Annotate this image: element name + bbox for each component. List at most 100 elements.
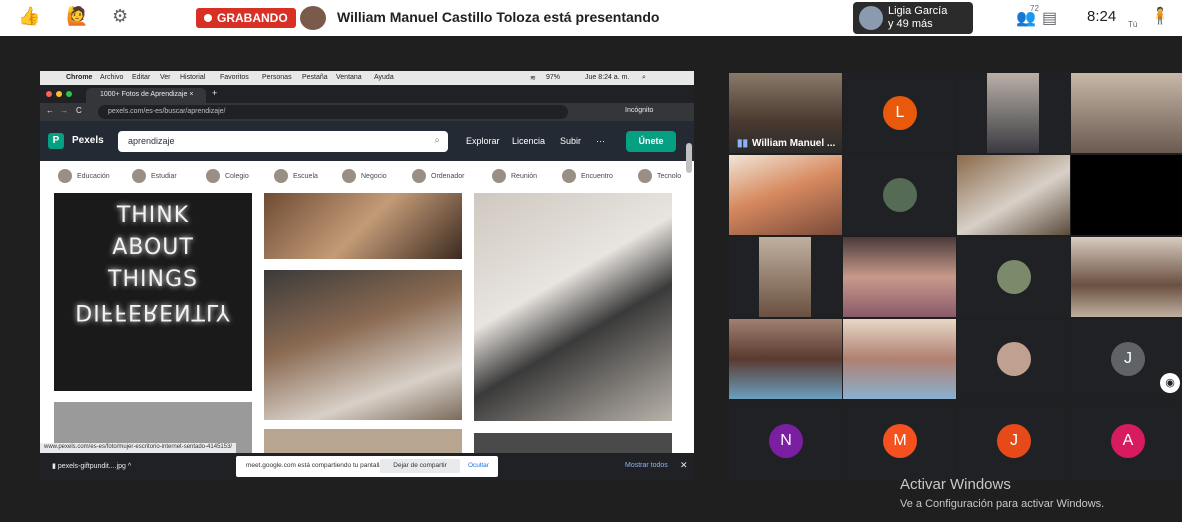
category-chip[interactable]: Educación bbox=[58, 169, 110, 183]
category-thumb bbox=[342, 169, 356, 183]
new-tab-icon[interactable]: + bbox=[212, 88, 217, 98]
nav-explorar[interactable]: Explorar bbox=[466, 136, 500, 146]
participant-initial: J bbox=[1111, 342, 1145, 376]
incognito-label: Incógnito bbox=[625, 107, 654, 114]
pin-icon[interactable]: ◉ bbox=[1160, 373, 1180, 393]
record-dot-icon bbox=[204, 14, 212, 22]
hide-button[interactable]: Ocultar bbox=[468, 459, 489, 473]
category-thumb bbox=[206, 169, 220, 183]
nav-more[interactable]: ··· bbox=[596, 136, 605, 146]
participant-tile-video[interactable] bbox=[729, 319, 842, 399]
participant-tile-l[interactable]: L bbox=[843, 73, 956, 153]
tab-close-icon[interactable]: × bbox=[189, 91, 193, 98]
minimize-window-dot[interactable] bbox=[56, 91, 62, 97]
participant-tile-video[interactable] bbox=[957, 73, 1070, 153]
category-thumb bbox=[638, 169, 652, 183]
menu-editar[interactable]: Editar bbox=[132, 74, 150, 81]
photo-think-differently[interactable]: THINK ABOUT THINGS DIFFERENTLY bbox=[54, 193, 252, 391]
participant-tile-m[interactable]: M bbox=[843, 401, 956, 481]
participant-photo-avatar bbox=[997, 260, 1031, 294]
forward-icon[interactable]: → bbox=[60, 106, 68, 115]
search-icon[interactable]: ⌕ bbox=[434, 135, 440, 146]
category-thumb bbox=[412, 169, 426, 183]
close-window-dot[interactable] bbox=[46, 91, 52, 97]
photo-desk[interactable] bbox=[264, 193, 462, 259]
category-chip[interactable]: Negocio bbox=[342, 169, 387, 183]
category-chip[interactable]: Escuela bbox=[274, 169, 318, 183]
participant-initial: J bbox=[997, 424, 1031, 458]
menu-personas[interactable]: Personas bbox=[262, 74, 292, 81]
close-download-bar-icon[interactable]: ✕ bbox=[680, 460, 688, 471]
maximize-window-dot[interactable] bbox=[66, 91, 72, 97]
category-chip[interactable]: Reunión bbox=[492, 169, 537, 183]
menu-favoritos[interactable]: Favoritos bbox=[220, 74, 249, 81]
category-chip[interactable]: Estudiar bbox=[132, 169, 177, 183]
windows-activate-subtitle: Ve a Configuración para activar Windows. bbox=[900, 498, 1105, 510]
photo-stressed-student[interactable] bbox=[264, 270, 462, 420]
mic-active-icon: ▮▮ bbox=[737, 138, 749, 149]
browser-tab[interactable]: 1000+ Fotos de Aprendizaje × bbox=[86, 88, 206, 103]
participant-tile-video[interactable] bbox=[1071, 73, 1182, 153]
participant-tile-video[interactable] bbox=[1071, 237, 1182, 317]
raise-hand-icon[interactable]: 👍 bbox=[18, 6, 40, 27]
category-chip[interactable]: Encuentro bbox=[562, 169, 613, 183]
reload-icon[interactable]: C bbox=[76, 106, 82, 115]
participant-tile-blank[interactable] bbox=[1071, 155, 1182, 235]
join-button[interactable]: Únete bbox=[626, 131, 676, 152]
menu-ayuda[interactable]: Ayuda bbox=[374, 74, 394, 81]
self-avatar-icon[interactable]: 🧍 bbox=[1150, 6, 1170, 26]
participant-tile-video[interactable] bbox=[843, 237, 956, 317]
gear-icon[interactable]: ⚙ bbox=[112, 6, 128, 27]
battery-status: 97% bbox=[546, 74, 561, 81]
participant-tile-video[interactable] bbox=[957, 155, 1070, 235]
download-item[interactable]: ▮ pexels-giftpundit....jpg ^ bbox=[52, 462, 131, 470]
participant-initial: L bbox=[883, 96, 917, 130]
menu-historial[interactable]: Historial bbox=[180, 74, 205, 81]
show-all-downloads[interactable]: Mostrar todos bbox=[625, 462, 668, 469]
participant-tile-video[interactable] bbox=[729, 237, 842, 317]
nav-subir[interactable]: Subir bbox=[560, 136, 581, 146]
participant-initial: M bbox=[883, 424, 917, 458]
category-label: Escuela bbox=[293, 172, 318, 180]
category-label: Educación bbox=[77, 172, 110, 180]
photo-laptop-typing[interactable] bbox=[474, 193, 672, 421]
participant-tile-photo[interactable] bbox=[957, 319, 1070, 399]
video-feed bbox=[1071, 73, 1182, 153]
category-chip[interactable]: Ordenador bbox=[412, 169, 464, 183]
menu-ver[interactable]: Ver bbox=[160, 74, 171, 81]
menu-chrome[interactable]: Chrome bbox=[66, 74, 92, 81]
category-chip[interactable]: Colegio bbox=[206, 169, 249, 183]
video-feed bbox=[843, 237, 956, 317]
url-field[interactable]: pexels.com/es-es/buscar/aprendizaje/ bbox=[98, 105, 568, 119]
chat-icon[interactable]: ▤ bbox=[1042, 8, 1057, 28]
participant-tile-a[interactable]: A bbox=[1071, 401, 1182, 481]
menu-pestana[interactable]: Pestaña bbox=[302, 74, 328, 81]
chevron-up-icon[interactable]: ^ bbox=[128, 463, 131, 470]
menu-ventana[interactable]: Ventana bbox=[336, 74, 362, 81]
poster-line: THINK bbox=[116, 203, 190, 228]
category-chip[interactable]: Tecnolo bbox=[638, 169, 681, 183]
participant-tile-presenter[interactable]: ▮▮ William Manuel ... bbox=[729, 73, 842, 153]
pexels-search-input[interactable]: aprendizaje ⌕ bbox=[118, 131, 448, 152]
pexels-logo[interactable]: P bbox=[48, 133, 64, 149]
participant-tile-photo[interactable] bbox=[843, 155, 956, 235]
participant-tile-photo[interactable] bbox=[957, 237, 1070, 317]
category-thumb bbox=[58, 169, 72, 183]
poster-line: THINGS bbox=[108, 267, 198, 292]
page-scrollbar[interactable] bbox=[686, 143, 692, 173]
back-icon[interactable]: ← bbox=[46, 106, 54, 115]
shared-screen: Chrome Archivo Editar Ver Historial Favo… bbox=[40, 71, 694, 481]
stop-sharing-button[interactable]: Dejar de compartir bbox=[380, 459, 460, 473]
nav-licencia[interactable]: Licencia bbox=[512, 136, 545, 146]
participant-tile-j2[interactable]: J bbox=[957, 401, 1070, 481]
participant-tile-video[interactable] bbox=[843, 319, 956, 399]
participant-tile-n[interactable]: N bbox=[729, 401, 842, 481]
video-feed bbox=[759, 237, 811, 317]
pexels-brand[interactable]: Pexels bbox=[72, 135, 104, 146]
menu-archivo[interactable]: Archivo bbox=[100, 74, 123, 81]
presenter-avatar bbox=[300, 6, 326, 30]
spotlight-icon: ⌕ bbox=[642, 74, 646, 81]
participants-summary[interactable]: Ligia García y 49 más bbox=[853, 2, 973, 34]
participant-tile-video[interactable] bbox=[729, 155, 842, 235]
participant-avatar bbox=[859, 6, 883, 30]
